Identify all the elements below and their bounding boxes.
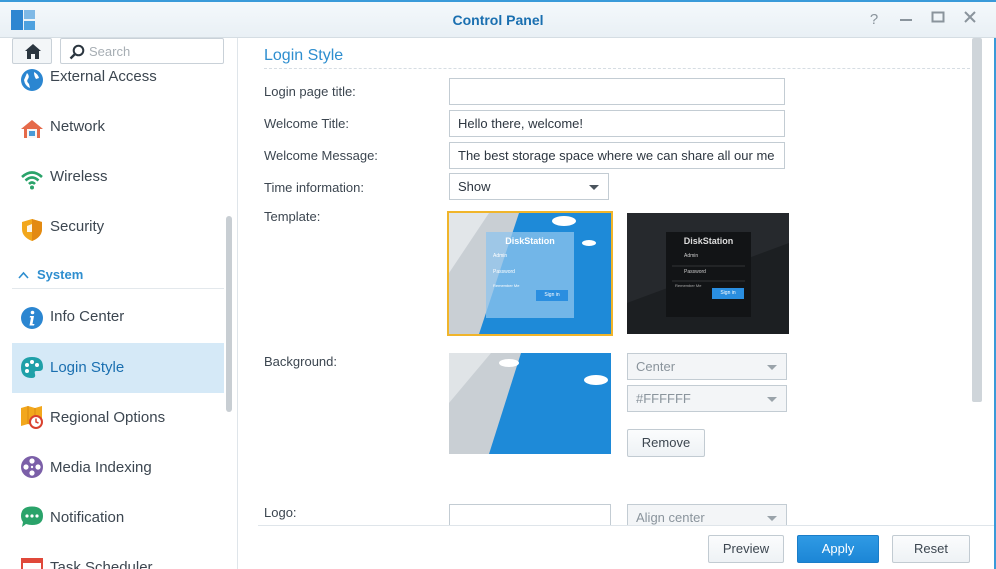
window-title: Control Panel	[452, 12, 544, 28]
chevron-down-icon	[767, 365, 777, 370]
chevron-down-icon	[767, 516, 777, 521]
globe-icon	[21, 69, 43, 91]
background-color-select[interactable]: #FFFFFF	[627, 385, 787, 412]
sidebar-item-label: Info Center	[50, 308, 125, 325]
select-value: #FFFFFF	[636, 391, 691, 406]
reset-button[interactable]: Reset	[892, 535, 970, 563]
section-divider	[12, 288, 224, 289]
background-thumbnail[interactable]	[449, 353, 611, 454]
palette-icon	[21, 357, 43, 378]
login-page-title-input[interactable]	[449, 78, 785, 105]
map-clock-icon	[21, 406, 43, 429]
time-information-select[interactable]: Show	[449, 173, 609, 200]
welcome-title-input[interactable]: Hello there, welcome!	[449, 110, 785, 137]
background-label: Background:	[264, 354, 337, 369]
film-reel-icon	[21, 456, 43, 478]
chat-bubble-icon	[21, 506, 43, 527]
chevron-down-icon	[589, 185, 599, 190]
sidebar-item-label: Wireless	[50, 168, 108, 185]
welcome-title-label: Welcome Title:	[264, 116, 350, 131]
sidebar-item-label: Task Scheduler	[50, 559, 153, 569]
wifi-icon	[21, 171, 43, 190]
template-light-signin: Sign in	[536, 290, 568, 301]
template-light-password: Password	[493, 269, 515, 275]
sidebar-item-media-indexing[interactable]: Media Indexing	[12, 443, 224, 493]
sidebar-item-label: Security	[50, 218, 105, 235]
template-dark-signin: Sign in	[712, 288, 744, 299]
template-dark-thumbnail[interactable]: DiskStation Admin Password Remember Me S…	[627, 213, 789, 334]
welcome-message-label: Welcome Message:	[264, 148, 378, 163]
title-divider	[264, 68, 970, 69]
sidebar-item-label: Regional Options	[50, 409, 166, 426]
logo-label: Logo:	[264, 505, 297, 520]
background-image	[449, 353, 611, 454]
page-title: Login Style	[264, 47, 344, 64]
minimize-icon[interactable]	[896, 10, 916, 30]
close-icon[interactable]	[960, 10, 980, 30]
chevron-down-icon	[767, 397, 777, 402]
background-position-select[interactable]: Center	[627, 353, 787, 380]
template-light-preview	[449, 213, 611, 334]
chevron-up-icon	[18, 267, 29, 282]
help-icon[interactable]: ?	[864, 10, 884, 30]
template-dark-brand: DiskStation	[683, 236, 734, 246]
sidebar-item-network[interactable]: Network	[12, 106, 224, 156]
remove-background-button[interactable]: Remove	[627, 429, 705, 457]
sidebar-item-label: Notification	[50, 509, 125, 526]
sidebar-item-regional-options[interactable]: Regional Options	[12, 393, 224, 443]
template-dark-password: Password	[684, 269, 706, 275]
info-icon	[21, 307, 43, 329]
sidebar: External Access Network Wireless Securit…	[0, 38, 238, 569]
template-light-remember: Remember Me	[493, 283, 520, 288]
sidebar-item-label: Media Indexing	[50, 459, 152, 476]
sidebar-item-external-access[interactable]: External Access	[12, 56, 224, 106]
maximize-icon[interactable]	[928, 10, 948, 30]
sidebar-item-notification[interactable]: Notification	[12, 493, 224, 543]
sidebar-item-security[interactable]: Security	[12, 206, 224, 256]
sidebar-item-info-center[interactable]: Info Center	[12, 292, 224, 342]
footer-bar: Preview Apply Reset	[258, 525, 996, 569]
select-value: Show	[458, 179, 491, 194]
sidebar-item-label: Login Style	[50, 359, 125, 376]
title-bar: Control Panel ?	[0, 0, 996, 38]
template-dark-remember: Remember Me	[675, 283, 702, 288]
welcome-message-input[interactable]: The best storage space where we can shar…	[449, 142, 785, 169]
sidebar-scrollbar[interactable]	[226, 216, 232, 412]
template-light-user: Admin	[493, 253, 508, 259]
template-light-thumbnail[interactable]: DiskStation Admin Password Remember Me S…	[447, 211, 613, 336]
network-house-icon	[21, 120, 43, 138]
sidebar-item-label: External Access	[50, 68, 157, 85]
time-information-label: Time information:	[264, 180, 364, 195]
template-dark-user: Admin	[684, 253, 699, 259]
template-light-brand: DiskStation	[505, 236, 555, 246]
preview-button[interactable]: Preview	[708, 535, 784, 563]
shield-icon	[22, 219, 42, 241]
calendar-icon	[21, 558, 43, 569]
select-value: Align center	[636, 510, 705, 525]
sidebar-item-task-scheduler[interactable]: Task Scheduler	[12, 543, 224, 569]
login-page-title-label: Login page title:	[264, 84, 356, 99]
sidebar-item-wireless[interactable]: Wireless	[12, 156, 224, 206]
template-dark-preview	[627, 213, 789, 334]
sidebar-item-label: Network	[50, 118, 106, 135]
apply-button[interactable]: Apply	[797, 535, 879, 563]
section-label: System	[37, 267, 84, 282]
template-label: Template:	[264, 209, 321, 224]
section-system[interactable]: System	[18, 267, 83, 282]
select-value: Center	[636, 359, 676, 374]
main-scrollbar[interactable]	[972, 38, 982, 402]
sidebar-item-login-style[interactable]: Login Style	[12, 343, 224, 393]
main-panel: Login Style Login page title: Welcome Ti…	[240, 38, 996, 569]
